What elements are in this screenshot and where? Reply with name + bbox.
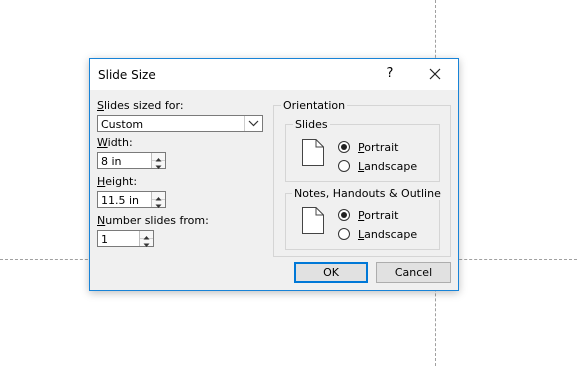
width-stepper[interactable]: 8 in bbox=[97, 152, 166, 169]
slides-group-title: Slides bbox=[293, 118, 330, 131]
width-decrement-button[interactable] bbox=[152, 161, 165, 169]
cancel-button[interactable]: Cancel bbox=[376, 262, 451, 283]
slides-portrait-label[interactable]: Portrait bbox=[358, 141, 398, 154]
portrait-page-icon bbox=[302, 139, 324, 166]
slides-landscape-radio[interactable] bbox=[338, 160, 350, 172]
slides-portrait-radio[interactable] bbox=[338, 141, 350, 153]
height-decrement-button[interactable] bbox=[152, 200, 165, 208]
notes-landscape-label[interactable]: Landscape bbox=[358, 228, 417, 241]
slides-sized-for-label: Slides sized for: bbox=[97, 99, 184, 112]
width-value: 8 in bbox=[101, 155, 122, 168]
slides-sized-for-select[interactable]: Custom bbox=[97, 115, 263, 132]
number-spin-buttons bbox=[139, 231, 153, 247]
number-increment-button[interactable] bbox=[140, 231, 153, 240]
width-spin-buttons bbox=[151, 153, 165, 169]
height-label: Height: bbox=[97, 175, 138, 188]
dialog-titlebar: Slide Size ? bbox=[90, 59, 458, 90]
height-stepper[interactable]: 11.5 in bbox=[97, 191, 166, 208]
notes-landscape-radio[interactable] bbox=[338, 228, 350, 240]
slides-sized-for-value: Custom bbox=[101, 118, 144, 131]
chevron-down-icon[interactable] bbox=[244, 116, 262, 131]
number-slides-from-label: Number slides from: bbox=[97, 214, 209, 227]
help-button[interactable]: ? bbox=[380, 64, 400, 84]
portrait-page-icon bbox=[302, 207, 324, 234]
width-increment-button[interactable] bbox=[152, 153, 165, 162]
number-slides-from-value: 1 bbox=[101, 233, 108, 246]
height-increment-button[interactable] bbox=[152, 192, 165, 201]
notes-portrait-radio[interactable] bbox=[338, 209, 350, 221]
height-spin-buttons bbox=[151, 192, 165, 208]
height-value: 11.5 in bbox=[101, 194, 140, 207]
close-button[interactable] bbox=[423, 64, 447, 84]
dialog-title: Slide Size bbox=[98, 68, 156, 82]
width-label: Width: bbox=[97, 136, 133, 149]
orientation-title: Orientation bbox=[281, 99, 348, 112]
slide-size-dialog: Slide Size ? Slides sized for: Custom Wi… bbox=[89, 58, 459, 291]
number-slides-from-stepper[interactable]: 1 bbox=[97, 230, 154, 247]
number-decrement-button[interactable] bbox=[140, 239, 153, 247]
slides-landscape-label[interactable]: Landscape bbox=[358, 160, 417, 173]
notes-group-title: Notes, Handouts & Outline bbox=[292, 187, 443, 200]
close-icon bbox=[429, 68, 441, 80]
ok-button[interactable]: OK bbox=[294, 262, 368, 283]
notes-portrait-label[interactable]: Portrait bbox=[358, 209, 398, 222]
